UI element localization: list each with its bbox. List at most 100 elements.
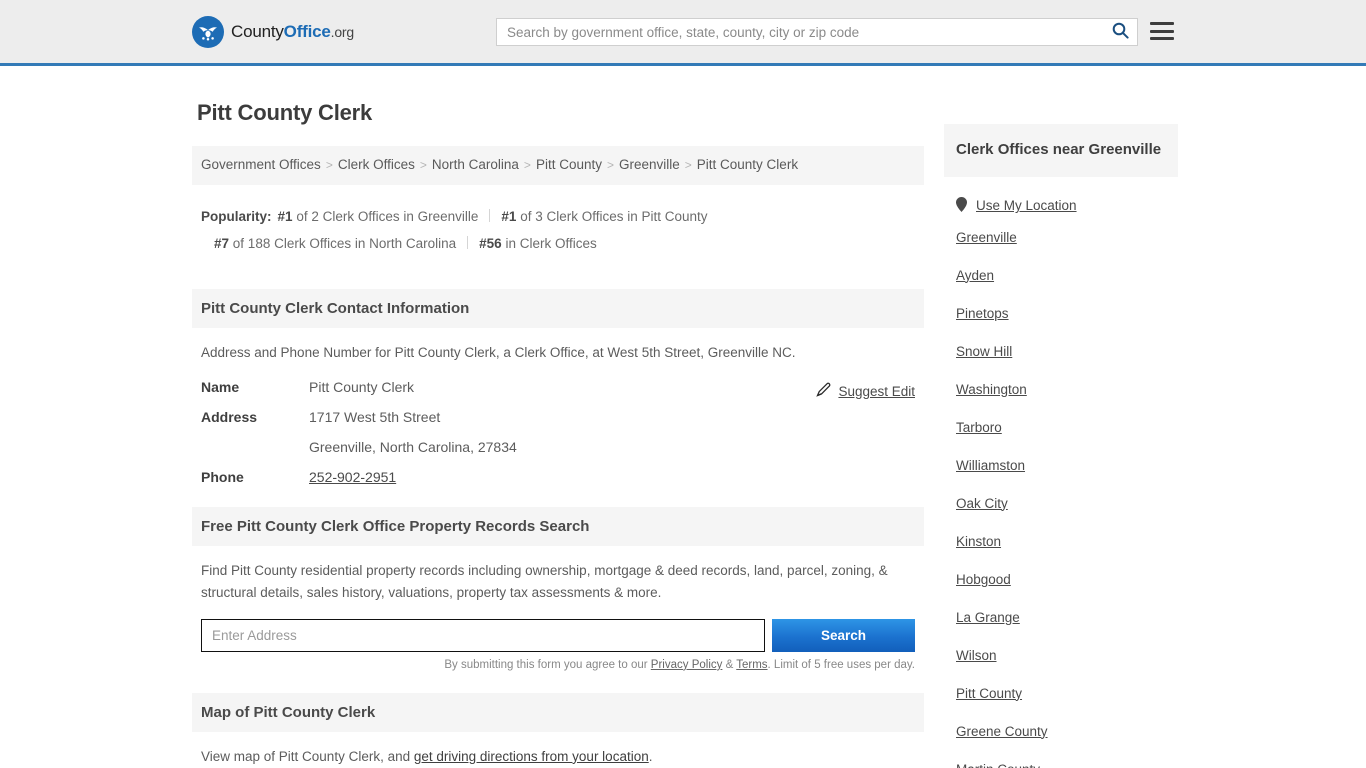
detail-label-name: Name	[201, 379, 240, 396]
detail-row-city-state-zip: Greenville, North Carolina, 27834	[201, 439, 915, 455]
breadcrumb-separator: >	[523, 158, 531, 172]
list-item: Washington	[956, 381, 1166, 399]
breadcrumb-item-clerk-offices[interactable]: Clerk Offices	[338, 157, 415, 172]
popularity-line-1: Popularity: #1 of 2 Clerk Offices in Gree…	[201, 203, 915, 230]
terms-link[interactable]: Terms	[736, 659, 767, 671]
breadcrumb-item-greenville[interactable]: Greenville	[619, 157, 680, 172]
records-section-heading: Free Pitt County Clerk Office Property R…	[192, 507, 924, 547]
popularity-rank: #7	[214, 235, 230, 251]
detail-label-phone: Phone	[201, 469, 244, 486]
main-column: Pitt County Clerk Government Offices > Cle…	[192, 84, 924, 768]
sidebar-item-kinston[interactable]: Kinston	[956, 534, 1001, 549]
menu-bar-1	[1150, 22, 1174, 25]
list-item: Martin County	[956, 761, 1166, 768]
detail-row-name: Name Pitt County Clerk	[201, 379, 915, 395]
breadcrumb-item-government-offices[interactable]: Government Offices	[201, 157, 321, 172]
search-button[interactable]	[1103, 19, 1137, 45]
records-search-button[interactable]: Search	[772, 618, 915, 652]
sidebar-item-ayden[interactable]: Ayden	[956, 268, 994, 283]
breadcrumb-separator: >	[325, 158, 333, 172]
records-section-body: Find Pitt County residential property re…	[192, 546, 924, 603]
disclaimer-amp: &	[722, 658, 737, 671]
driving-directions-link[interactable]: get driving directions from your locatio…	[414, 749, 649, 764]
suggest-edit-link[interactable]: Suggest Edit	[816, 382, 915, 400]
map-description: View map of Pitt County Clerk, and get d…	[201, 746, 915, 767]
page-title: Pitt County Clerk	[197, 100, 373, 125]
popularity-rank: #1	[277, 208, 293, 224]
suggest-edit-label[interactable]: Suggest Edit	[838, 384, 915, 399]
detail-row-address: Address 1717 West 5th Street	[201, 409, 915, 425]
sidebar-item-greenville[interactable]: Greenville	[956, 230, 1017, 245]
site-header: CountyOffice.org	[0, 0, 1366, 66]
detail-value-city-state-zip: Greenville, North Carolina, 27834	[309, 439, 517, 456]
use-my-location-link[interactable]: Use My Location	[944, 177, 1178, 215]
menu-bar-2	[1150, 29, 1174, 33]
sidebar-item-snow-hill[interactable]: Snow Hill	[956, 344, 1012, 359]
sidebar-item-hobgood[interactable]: Hobgood	[956, 572, 1011, 587]
sidebar-item-pitt-county[interactable]: Pitt County	[956, 686, 1022, 701]
popularity-rank: #56	[479, 235, 502, 251]
popularity-item-greenville: #1 of 2 Clerk Offices in Greenville	[278, 209, 479, 224]
page-container: Pitt County Clerk Government Offices > Cle…	[0, 66, 1366, 768]
popularity-text: in Clerk Offices	[505, 235, 597, 251]
popularity-text: of 3 Clerk Offices in Pitt County	[520, 208, 708, 224]
sidebar-item-martin-county[interactable]: Martin County	[956, 762, 1040, 768]
sidebar-heading: Clerk Offices near Greenville	[944, 124, 1178, 177]
breadcrumb-item-north-carolina[interactable]: North Carolina	[432, 157, 519, 172]
use-my-location-label[interactable]: Use My Location	[976, 198, 1077, 213]
popularity-divider	[467, 235, 469, 249]
list-item: Williamston	[956, 457, 1166, 475]
popularity-line-2: #7 of 188 Clerk Offices in North Carolin…	[201, 230, 915, 257]
popularity-label: Popularity:	[201, 208, 272, 224]
list-item: Hobgood	[956, 571, 1166, 589]
site-logo-link[interactable]: CountyOffice.org	[192, 15, 354, 48]
form-disclaimer: By submitting this form you agree to our…	[192, 652, 924, 671]
hamburger-menu-icon[interactable]	[1150, 19, 1174, 43]
breadcrumb-item-pitt-county[interactable]: Pitt County	[536, 157, 602, 172]
sidebar-item-wilson[interactable]: Wilson	[956, 648, 997, 663]
map-pin-icon	[956, 196, 967, 215]
list-item: Kinston	[956, 533, 1166, 551]
popularity-section: Popularity: #1 of 2 Clerk Offices in Gree…	[192, 195, 924, 267]
sidebar-item-pinetops[interactable]: Pinetops	[956, 306, 1009, 321]
detail-label-address: Address	[201, 409, 258, 426]
list-item: Wilson	[956, 647, 1166, 665]
list-item: Greenville	[956, 229, 1166, 247]
popularity-item-pitt-county: #1 of 3 Clerk Offices in Pitt County	[501, 209, 707, 224]
sidebar-item-tarboro[interactable]: Tarboro	[956, 420, 1002, 435]
popularity-text: of 2 Clerk Offices in Greenville	[296, 208, 479, 224]
content-row: Pitt County Clerk Government Offices > Cle…	[0, 66, 1366, 768]
list-item: La Grange	[956, 609, 1166, 627]
breadcrumb-separator: >	[419, 158, 427, 172]
list-item: Pinetops	[956, 305, 1166, 323]
detail-row-phone: Phone 252-902-2951	[201, 469, 915, 485]
detail-value-phone: 252-902-2951	[309, 469, 396, 485]
map-text-suffix: .	[648, 748, 653, 764]
map-text-prefix: View map of Pitt County Clerk, and	[201, 748, 414, 764]
detail-value-name: Pitt County Clerk	[309, 379, 415, 396]
contact-detail-table: Suggest Edit Name Pitt County Clerk Addr…	[192, 379, 924, 485]
site-logo-text: CountyOffice.org	[231, 22, 354, 42]
list-item: Pitt County	[956, 685, 1166, 703]
address-input[interactable]	[201, 618, 765, 652]
nearby-offices-list: Greenville Ayden Pinetops Snow Hill Wash…	[944, 215, 1178, 768]
list-item: Oak City	[956, 495, 1166, 513]
eagle-seal-icon	[192, 15, 224, 48]
list-item: Tarboro	[956, 419, 1166, 437]
breadcrumb-separator: >	[606, 158, 614, 172]
sidebar-item-la-grange[interactable]: La Grange	[956, 610, 1020, 625]
privacy-policy-link[interactable]: Privacy Policy	[651, 659, 723, 671]
sidebar-item-greene-county[interactable]: Greene County	[956, 724, 1048, 739]
menu-bar-3	[1150, 37, 1174, 40]
list-item: Ayden	[956, 267, 1166, 285]
search-icon	[1112, 22, 1129, 42]
popularity-item-north-carolina: #7 of 188 Clerk Offices in North Carolin…	[214, 236, 456, 251]
search-input[interactable]	[497, 19, 1103, 45]
list-item: Greene County	[956, 723, 1166, 741]
phone-link[interactable]: 252-902-2951	[309, 469, 396, 485]
brand-part-office: Office	[283, 21, 331, 41]
detail-value-street: 1717 West 5th Street	[309, 409, 441, 426]
sidebar-item-oak-city[interactable]: Oak City	[956, 496, 1008, 511]
sidebar-item-washington[interactable]: Washington	[956, 382, 1027, 397]
sidebar-item-williamston[interactable]: Williamston	[956, 458, 1025, 473]
